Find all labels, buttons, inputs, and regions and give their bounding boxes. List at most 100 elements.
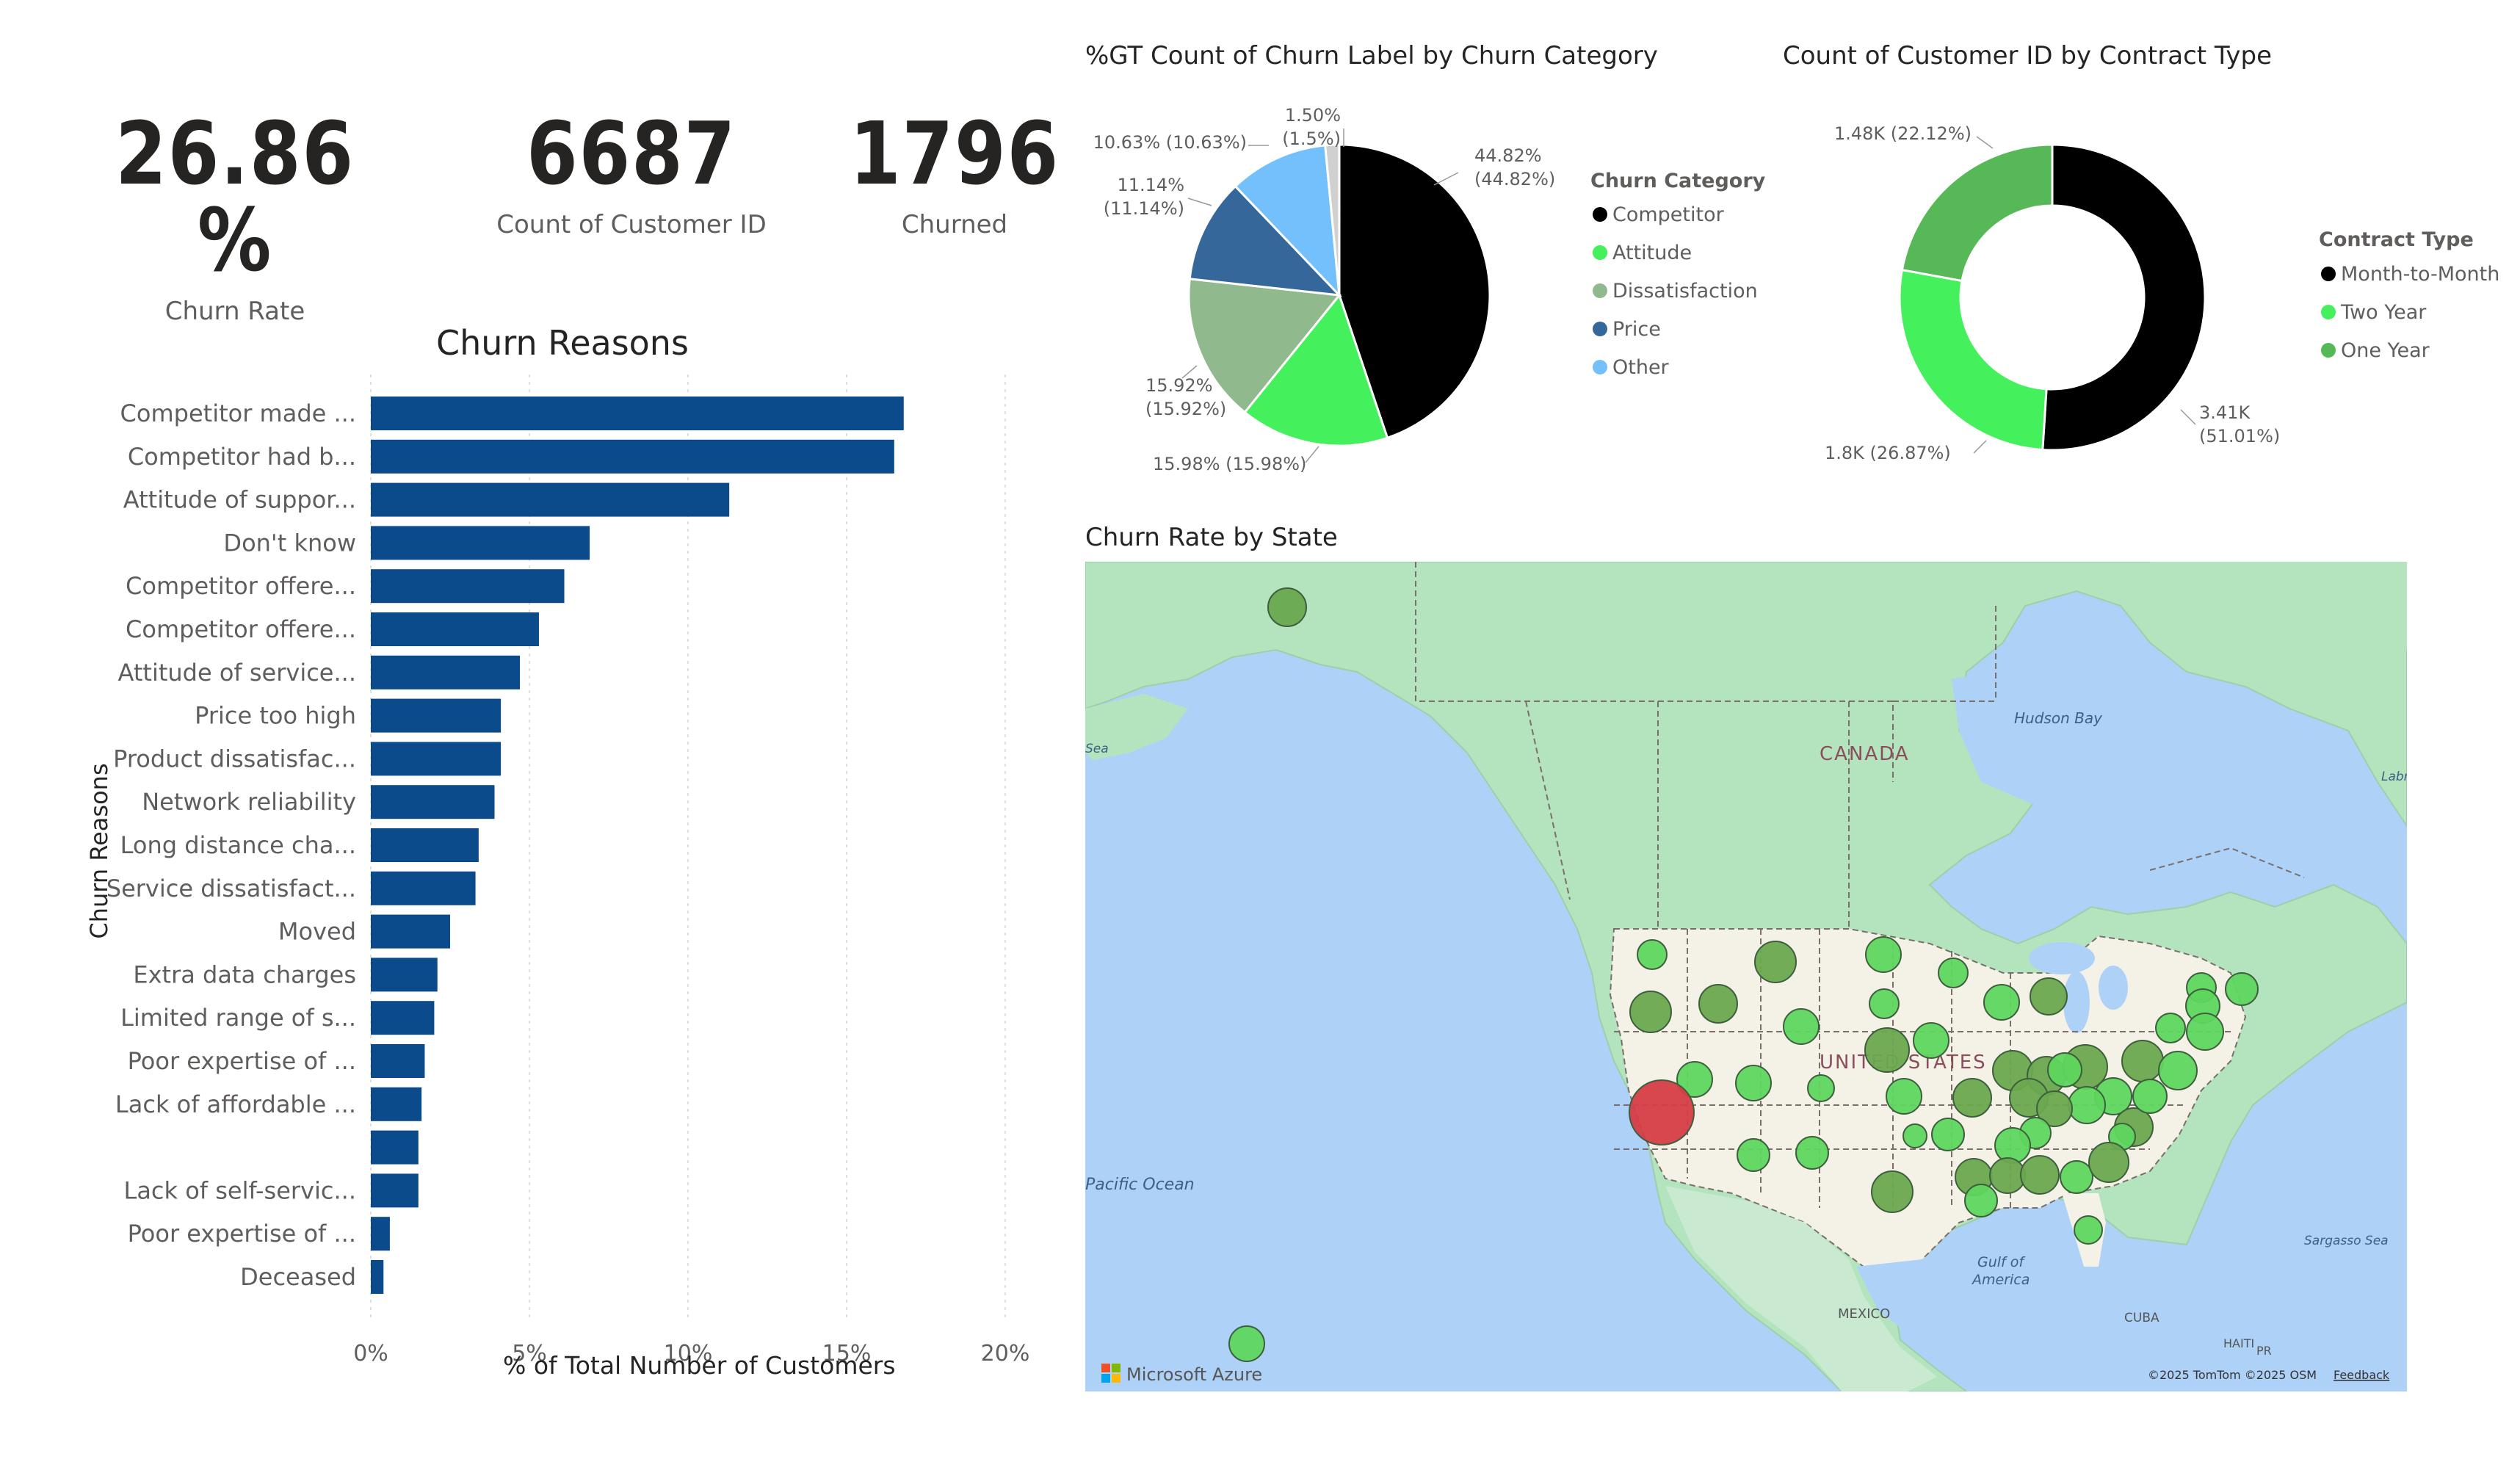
state-bubble[interactable] <box>1931 1118 1965 1151</box>
bar[interactable] <box>371 1217 390 1251</box>
state-bubble[interactable] <box>1698 984 1738 1024</box>
state-bubble[interactable] <box>2155 1013 2186 1043</box>
state-bubble[interactable] <box>1871 1170 1914 1213</box>
label-haiti: HAITI <box>2223 1336 2254 1350</box>
bar[interactable] <box>371 569 565 604</box>
state-bubble[interactable] <box>1754 941 1797 983</box>
state-bubble[interactable] <box>2088 1142 2129 1183</box>
bar[interactable] <box>371 1173 419 1208</box>
pie-data-label: 15.92% <box>1145 375 1213 396</box>
state-bubble[interactable] <box>1994 1127 2031 1164</box>
bar[interactable] <box>371 1087 422 1121</box>
lake-superior <box>2029 942 2095 974</box>
category-label: Competitor offere... <box>126 615 356 643</box>
donut-data-label: 3.41K <box>2199 402 2251 423</box>
state-bubble[interactable] <box>2068 1086 2106 1124</box>
state-bubble[interactable] <box>1983 984 2020 1021</box>
bar[interactable] <box>371 871 476 905</box>
state-bubble[interactable] <box>1902 1123 1927 1148</box>
churn-rate-map[interactable]: CANADA UNITED STATES MEXICO Hudson Bay P… <box>1085 562 2407 1391</box>
state-bubble[interactable] <box>2047 1052 2082 1087</box>
state-bubble[interactable] <box>1735 1065 1772 1101</box>
state-bubble[interactable] <box>1964 1184 1998 1217</box>
state-bubble[interactable] <box>1869 988 1900 1019</box>
legend-item[interactable]: Price <box>1612 318 1661 341</box>
state-bubble[interactable] <box>1228 1325 1265 1362</box>
state-bubble[interactable] <box>1629 1079 1695 1145</box>
leader-line <box>1433 172 1459 186</box>
category-label: Attitude of service... <box>118 659 356 687</box>
donut-slice[interactable] <box>1900 143 2054 283</box>
leader-line <box>1187 198 1212 206</box>
label-gulf-2: America <box>1971 1272 2030 1288</box>
bar[interactable] <box>371 785 495 819</box>
legend-marker <box>2321 305 2336 319</box>
bar[interactable] <box>371 526 590 560</box>
churn-reasons-visual[interactable]: Churn Reasons Churn Reasons 0% 5% 10% 15% 20… <box>0 308 1050 1395</box>
legend-item[interactable]: Attitude <box>1612 242 1692 264</box>
label-cuba: CUBA <box>2124 1311 2159 1325</box>
map-svg[interactable]: CANADA UNITED STATES MEXICO Hudson Bay P… <box>1085 562 2407 1391</box>
donut-chart-svg[interactable]: 3.41K (51.01%) 1.8K (26.87%) 1.48K (22.12%)… <box>1784 88 2504 529</box>
state-bubble[interactable] <box>1783 1008 1820 1045</box>
state-bubble[interactable] <box>2186 1013 2224 1051</box>
legend-item[interactable]: Month-to-Month <box>2341 263 2499 286</box>
legend-title: Contract Type <box>2319 228 2474 251</box>
state-bubble[interactable] <box>1938 958 1969 988</box>
bar[interactable] <box>371 742 502 776</box>
bar[interactable] <box>371 958 438 992</box>
bar[interactable] <box>371 698 502 733</box>
state-bubble[interactable] <box>2060 1160 2093 1194</box>
bar[interactable] <box>371 655 521 689</box>
bar[interactable] <box>371 1130 419 1165</box>
state-bubble[interactable] <box>2225 972 2259 1006</box>
legend-item[interactable]: Competitor <box>1612 203 1725 226</box>
pie-data-label: 15.98% (15.98%) <box>1153 454 1306 474</box>
bar[interactable] <box>371 828 479 862</box>
bar[interactable] <box>371 1260 384 1294</box>
state-bubble[interactable] <box>1807 1074 1835 1102</box>
donut-slice[interactable] <box>1898 268 2048 452</box>
leader-line <box>1976 136 1994 149</box>
state-bubble[interactable] <box>2158 1051 2198 1090</box>
bar[interactable] <box>371 397 904 430</box>
state-bubble[interactable] <box>1864 1027 1910 1073</box>
state-bubble[interactable] <box>1913 1022 1949 1059</box>
bar[interactable] <box>371 482 730 517</box>
state-bubble[interactable] <box>1865 936 1902 973</box>
label-canada: CANADA <box>1820 743 1910 765</box>
state-bubble[interactable] <box>1886 1078 1922 1115</box>
bar[interactable] <box>371 612 539 646</box>
bar[interactable] <box>371 439 894 474</box>
state-bubble[interactable] <box>1737 1138 1770 1172</box>
state-bubble[interactable] <box>1952 1078 1992 1118</box>
legend-item[interactable]: Other <box>1612 356 1670 379</box>
legend-title: Churn Category <box>1590 170 1766 192</box>
bar[interactable] <box>371 914 450 949</box>
state-bubble[interactable] <box>2074 1215 2103 1245</box>
state-bubble[interactable] <box>2020 1155 2060 1195</box>
category-label: Don't know <box>223 529 356 557</box>
state-bubble[interactable] <box>1795 1136 1829 1170</box>
legend-item[interactable]: Dissatisfaction <box>1612 280 1758 303</box>
state-bubble[interactable] <box>2030 977 2068 1016</box>
bar[interactable] <box>371 1044 425 1078</box>
pie-data-label: 10.63% (10.63%) <box>1093 132 1247 153</box>
kpi-value: 26.86 % <box>115 103 355 291</box>
state-bubble[interactable] <box>2121 1040 2164 1082</box>
feedback-link[interactable]: Feedback <box>2334 1368 2390 1382</box>
leader-line <box>1973 440 1987 454</box>
kpi-value: 1796 <box>850 103 1060 204</box>
bar[interactable] <box>371 1001 435 1035</box>
state-bubble[interactable] <box>1267 587 1307 627</box>
state-bubble[interactable] <box>1637 939 1668 970</box>
legend-item[interactable]: Two Year <box>2340 301 2427 324</box>
donut-slice[interactable] <box>2041 143 2206 452</box>
state-bubble[interactable] <box>2132 1079 2168 1114</box>
legend-item[interactable]: One Year <box>2341 339 2430 362</box>
state-bubble[interactable] <box>1629 991 1672 1033</box>
category-label: Lack of self-servic... <box>123 1176 356 1204</box>
state-bubble[interactable] <box>1989 1157 2026 1194</box>
pie-chart-svg[interactable]: 44.82% (44.82%) 15.98% (15.98%) 15.92% (15.9… <box>1085 88 1820 529</box>
pie-data-label: 44.82% <box>1474 145 1542 166</box>
